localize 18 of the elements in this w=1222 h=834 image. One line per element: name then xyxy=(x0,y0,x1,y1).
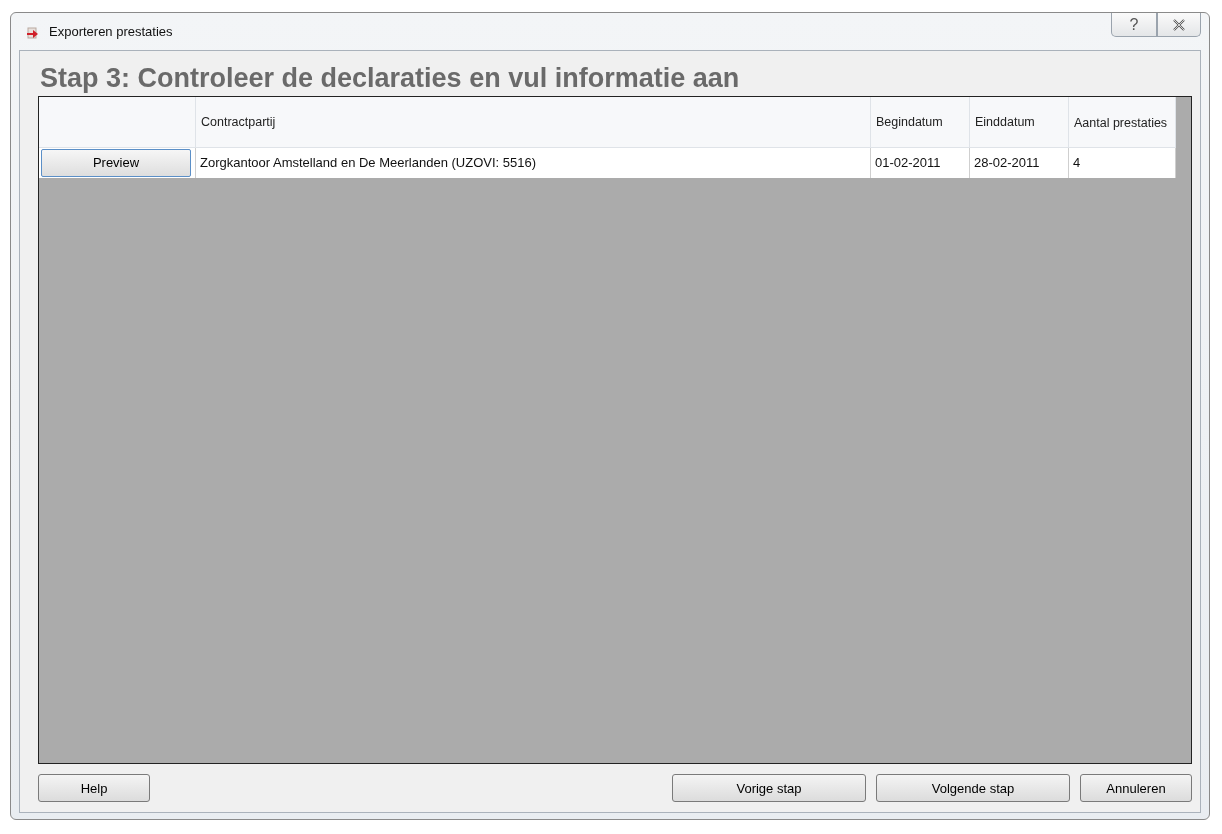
preview-button[interactable]: Preview xyxy=(41,148,191,177)
step-heading: Stap 3: Controleer de declaraties en vul informatie aan xyxy=(39,62,741,95)
table-cell: Zorgkantoor Amstelland en De Meerlanden (UZOVI: 5516) xyxy=(195,147,871,178)
next-step-button[interactable]: Volgende stap xyxy=(876,774,1070,802)
window-title: Exporteren prestaties xyxy=(49,24,173,39)
cancel-button[interactable]: Annuleren xyxy=(1080,774,1192,802)
help-button[interactable]: Help xyxy=(38,774,150,802)
column-header[interactable]: Begindatum xyxy=(870,97,970,147)
previous-step-button[interactable]: Vorige stap xyxy=(672,774,866,802)
column-header[interactable]: Aantal prestaties xyxy=(1068,97,1176,147)
table-cell: 4 xyxy=(1068,147,1176,178)
close-icon xyxy=(1173,18,1185,31)
column-header[interactable]: Einddatum xyxy=(969,97,1069,147)
help-button[interactable]: ? xyxy=(1111,13,1157,37)
table-cell: 01-02-2011 xyxy=(870,147,970,178)
column-header[interactable]: Contractpartij xyxy=(195,97,871,147)
close-button[interactable] xyxy=(1157,13,1201,37)
table-cell: 28-02-2011 xyxy=(969,147,1069,178)
